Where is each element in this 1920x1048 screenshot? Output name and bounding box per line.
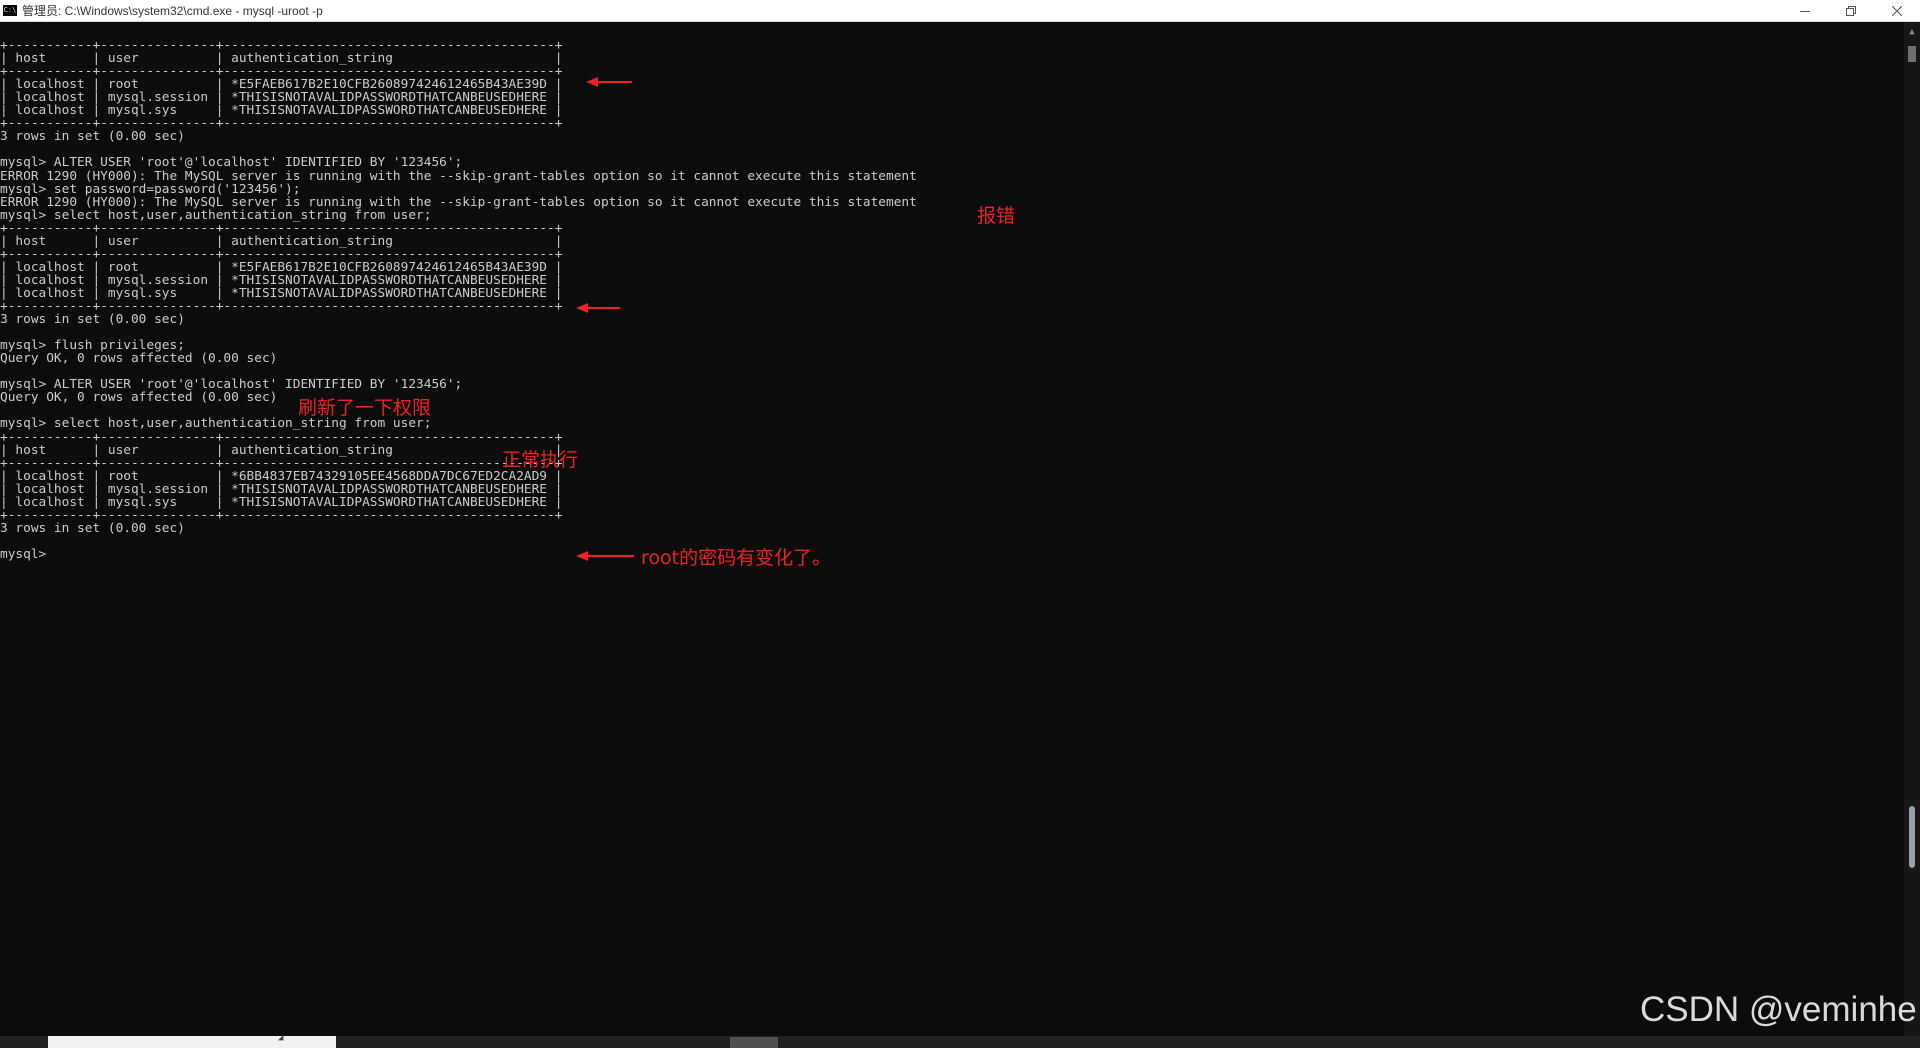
arrow-icon bbox=[576, 551, 634, 561]
console-line: 3 rows in set (0.00 sec) bbox=[0, 312, 185, 328]
annotation-success: 正常执行 bbox=[502, 449, 579, 471]
window-title: 管理员: C:\Windows\system32\cmd.exe - mysql… bbox=[22, 4, 323, 18]
taskbar-item[interactable] bbox=[730, 1037, 778, 1048]
taskbar-app-icon: ◢ bbox=[278, 1033, 284, 1043]
close-button[interactable] bbox=[1874, 0, 1920, 22]
console-line: 3 rows in set (0.00 sec) bbox=[0, 520, 185, 536]
console-output[interactable]: +-----------+---------------+-----------… bbox=[0, 22, 1900, 1036]
taskbar-active-window[interactable]: ◢ bbox=[48, 1033, 336, 1048]
annotation-error: 报错 bbox=[977, 205, 1016, 227]
window-controls bbox=[1782, 0, 1920, 22]
csdn-watermark: CSDN @veminhe bbox=[1640, 990, 1917, 1029]
vertical-scrollbar[interactable]: ▲ bbox=[1904, 22, 1920, 1036]
scroll-track-marker bbox=[1908, 46, 1916, 62]
close-icon bbox=[1892, 6, 1902, 16]
minimize-icon bbox=[1800, 11, 1810, 12]
console-line: Query OK, 0 rows affected (0.00 sec) bbox=[0, 351, 278, 367]
minimize-button[interactable] bbox=[1782, 0, 1828, 22]
console-line: mysql> bbox=[0, 546, 54, 562]
title-bar: C:\ 管理员: C:\Windows\system32\cmd.exe - m… bbox=[0, 0, 1920, 22]
annotation-flush: 刷新了一下权限 bbox=[298, 397, 432, 419]
taskbar: ◢ bbox=[0, 1033, 1920, 1048]
annotation-password-changed: root的密码有变化了。 bbox=[641, 547, 832, 569]
scrollbar-thumb[interactable] bbox=[1909, 806, 1915, 868]
arrow-icon bbox=[576, 303, 620, 313]
cmd-app-icon[interactable]: C:\ bbox=[3, 5, 17, 16]
console-line: Query OK, 0 rows affected (0.00 sec) bbox=[0, 390, 278, 406]
scroll-up-icon[interactable]: ▲ bbox=[1904, 22, 1920, 42]
restore-button[interactable] bbox=[1828, 0, 1874, 22]
arrow-icon bbox=[586, 77, 632, 87]
restore-icon bbox=[1846, 6, 1856, 16]
console-line: 3 rows in set (0.00 sec) bbox=[0, 129, 185, 145]
